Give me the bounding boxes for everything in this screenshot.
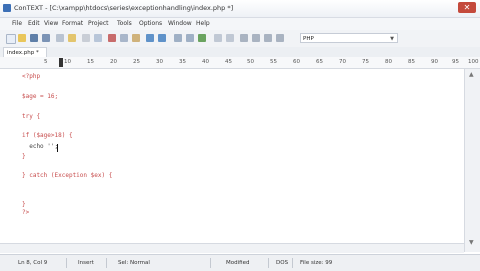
ruler-label: 90 xyxy=(431,59,438,65)
menu-project[interactable]: Project xyxy=(88,20,109,27)
status-file-size: File size: 99 xyxy=(300,260,333,266)
code-line-8: echo ''; xyxy=(22,143,59,150)
code-line-9: } xyxy=(22,153,26,160)
ruler-label: 70 xyxy=(339,59,346,65)
find-icon[interactable] xyxy=(174,34,182,42)
menu-help[interactable]: Help xyxy=(196,20,210,27)
chevron-down-icon: ▼ xyxy=(390,36,394,42)
ruler-label: 5 xyxy=(44,59,48,65)
code-line-1: <?php xyxy=(22,73,41,80)
code-editor[interactable]: <?php $age = 16; try { if ($age>18) { ec… xyxy=(16,69,464,252)
status-modified: Modified xyxy=(226,260,250,266)
vertical-scrollbar[interactable]: ▲ ▼ xyxy=(464,69,480,252)
ruler-label: 85 xyxy=(408,59,415,65)
copy-icon[interactable] xyxy=(120,34,128,42)
ruler-label: 55 xyxy=(270,59,277,65)
status-insert-mode: Insert xyxy=(78,260,94,266)
code-line-11: } catch (Exception $ex) { xyxy=(22,172,113,179)
ruler-label: 40 xyxy=(202,59,209,65)
tab-index-php[interactable]: index.php * xyxy=(3,47,47,57)
scroll-down-icon[interactable]: ▼ xyxy=(469,239,474,246)
ruler-label: 15 xyxy=(87,59,94,65)
code-line-3: $age = 16; xyxy=(22,93,59,100)
ruler-label: 75 xyxy=(362,59,369,65)
ruler-label: 10 xyxy=(64,59,71,65)
app-icon xyxy=(3,4,11,12)
open-project-icon[interactable] xyxy=(68,34,76,42)
ruler-label: 50 xyxy=(247,59,254,65)
status-selection-mode: Sel: Normal xyxy=(118,260,150,266)
status-divider xyxy=(210,258,211,268)
syntax-value: PHP xyxy=(303,36,314,42)
window-title: ConTEXT - [C:\xampp\htdocs\series\except… xyxy=(14,4,234,12)
status-line-ending: DOS xyxy=(276,260,289,266)
menu-options[interactable]: Options xyxy=(139,20,162,27)
ruler-label: 30 xyxy=(156,59,163,65)
status-divider xyxy=(292,258,293,268)
user-exec-3-icon[interactable] xyxy=(264,34,272,42)
line-gutter xyxy=(0,69,16,252)
close-file-icon[interactable] xyxy=(56,34,64,42)
cut-icon[interactable] xyxy=(108,34,116,42)
status-divider xyxy=(268,258,269,268)
user-exec-1-icon[interactable] xyxy=(240,34,248,42)
menu-bar: File Edit View Format Project Tools Opti… xyxy=(0,18,480,30)
toolbar xyxy=(0,30,480,48)
ruler-cursor-marker xyxy=(59,58,63,67)
scroll-up-icon[interactable]: ▲ xyxy=(469,71,474,78)
user-exec-2-icon[interactable] xyxy=(252,34,260,42)
status-divider xyxy=(106,258,107,268)
save-icon[interactable] xyxy=(30,34,38,42)
find-next-icon[interactable] xyxy=(186,34,194,42)
menu-format[interactable]: Format xyxy=(62,20,83,27)
code-line-14: } xyxy=(22,201,26,208)
code-line-7: if ($age>18) { xyxy=(22,132,73,139)
replace-icon[interactable] xyxy=(198,34,206,42)
status-position: Ln 8, Col 9 xyxy=(18,260,48,266)
status-divider xyxy=(66,258,67,268)
print-icon[interactable] xyxy=(82,34,90,42)
preview-icon[interactable] xyxy=(94,34,102,42)
paste-icon[interactable] xyxy=(132,34,140,42)
user-exec-4-icon[interactable] xyxy=(276,34,284,42)
outdent-icon[interactable] xyxy=(226,34,234,42)
title-bar: ConTEXT - [C:\xampp\htdocs\series\except… xyxy=(0,0,480,18)
menu-view[interactable]: View xyxy=(44,20,58,27)
ruler-label: 80 xyxy=(385,59,392,65)
menu-file[interactable]: File xyxy=(12,20,22,27)
open-folder-icon[interactable] xyxy=(18,34,26,42)
save-all-icon[interactable] xyxy=(42,34,50,42)
ruler-label: 95 xyxy=(452,59,459,65)
status-bar: Ln 8, Col 9 Insert Sel: Normal Modified … xyxy=(0,254,480,271)
close-icon[interactable]: ✕ xyxy=(458,2,476,13)
column-ruler: 5 10 15 20 25 30 35 40 45 50 55 60 65 70… xyxy=(0,57,480,69)
ruler-label: 60 xyxy=(293,59,300,65)
syntax-highlighter-select[interactable]: PHP ▼ xyxy=(300,33,398,43)
menu-window[interactable]: Window xyxy=(168,20,192,27)
ruler-label: 65 xyxy=(316,59,323,65)
horizontal-scrollbar[interactable] xyxy=(0,243,464,253)
text-caret xyxy=(57,144,58,152)
ruler-label: 25 xyxy=(133,59,140,65)
ruler-label: 45 xyxy=(225,59,232,65)
indent-icon[interactable] xyxy=(214,34,222,42)
ruler-label: 100 xyxy=(468,59,479,65)
ruler-label: 35 xyxy=(179,59,186,65)
code-line-5: try { xyxy=(22,113,41,120)
menu-edit[interactable]: Edit xyxy=(28,20,40,27)
code-line-16: ?> xyxy=(22,209,30,216)
tab-strip: index.php * xyxy=(0,47,480,57)
redo-icon[interactable] xyxy=(158,34,166,42)
undo-icon[interactable] xyxy=(146,34,154,42)
menu-tools[interactable]: Tools xyxy=(117,20,132,27)
new-file-icon[interactable] xyxy=(6,34,16,44)
ruler-label: 20 xyxy=(110,59,117,65)
